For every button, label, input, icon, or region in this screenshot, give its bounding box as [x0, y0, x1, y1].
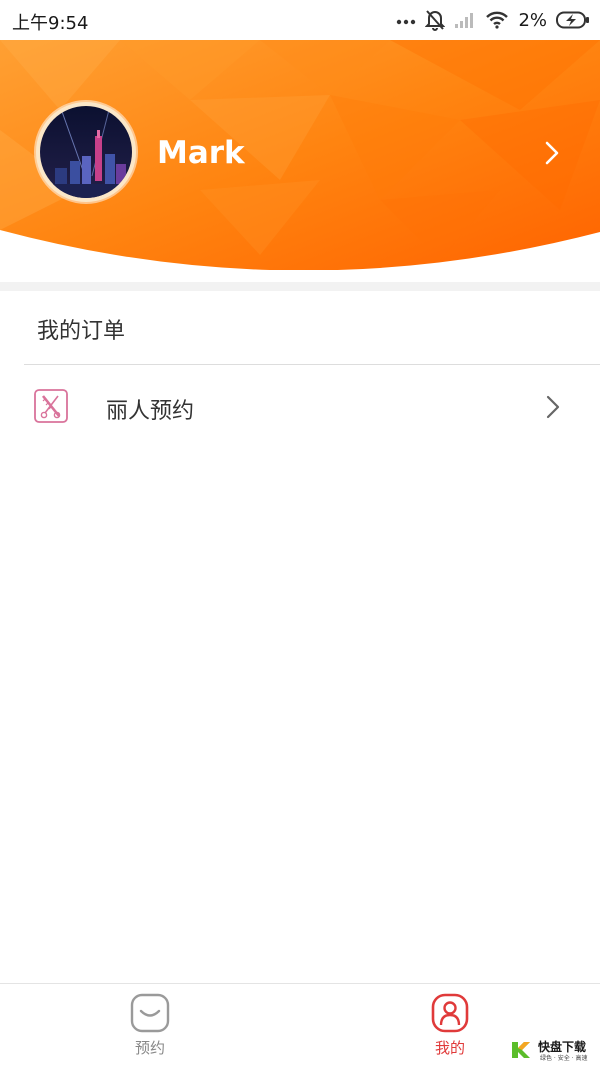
- chevron-right-icon: [545, 394, 561, 424]
- chevron-right-icon[interactable]: [543, 140, 561, 170]
- orders-section-title: 我的订单: [37, 319, 126, 344]
- tab-label: 我的: [434, 1039, 465, 1057]
- signal-icon: [454, 11, 476, 29]
- status-time: 上午9:54: [12, 13, 89, 34]
- status-icons: 2%: [396, 8, 590, 32]
- wifi-icon: [485, 11, 509, 29]
- scissors-comb-icon: [34, 389, 68, 427]
- list-item-beauty-booking[interactable]: 丽人预约: [0, 365, 600, 449]
- booking-icon: [90, 993, 210, 1033]
- tab-booking[interactable]: 预约: [90, 984, 210, 1067]
- watermark-tagline: 绿色 · 安全 · 高速: [540, 1055, 588, 1062]
- battery-charging-icon: [556, 11, 590, 29]
- more-dots-icon: [396, 15, 416, 25]
- kuaipan-logo-icon: [512, 1042, 530, 1058]
- profile-icon: [390, 993, 510, 1033]
- list-item-label: 丽人预约: [106, 399, 195, 424]
- tab-label: 预约: [134, 1039, 165, 1057]
- username: Mark: [157, 135, 245, 171]
- watermark: 快盘下载 绿色 · 安全 · 高速: [510, 1038, 596, 1062]
- section-divider: [0, 282, 600, 291]
- tab-mine[interactable]: 我的: [390, 984, 510, 1067]
- avatar[interactable]: [36, 102, 136, 202]
- battery-percent: 2%: [518, 9, 547, 31]
- mute-bell-icon: [425, 9, 446, 31]
- profile-header[interactable]: Mark: [0, 40, 600, 270]
- screen: 上午9:54 2% Mark 我的订单 丽人预约 预约 我的 快盘下载 绿色 ·…: [0, 0, 600, 1067]
- status-bar: 上午9:54 2%: [0, 0, 600, 40]
